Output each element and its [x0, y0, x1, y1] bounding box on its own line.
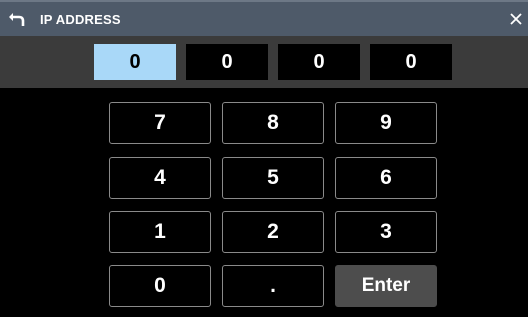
- back-arrow-icon: [9, 13, 25, 26]
- key-3[interactable]: 3: [335, 211, 437, 253]
- key-1[interactable]: 1: [109, 211, 211, 253]
- key-9[interactable]: 9: [335, 102, 437, 144]
- ip-octet-3[interactable]: 0: [278, 44, 360, 80]
- key-2[interactable]: 2: [222, 211, 324, 253]
- key-5[interactable]: 5: [222, 157, 324, 199]
- title-bar: IP ADDRESS: [0, 0, 528, 36]
- key-7[interactable]: 7: [109, 102, 211, 144]
- key-dot[interactable]: .: [222, 265, 324, 307]
- ip-octet-1[interactable]: 0: [94, 44, 176, 80]
- key-0[interactable]: 0: [109, 265, 211, 307]
- key-4[interactable]: 4: [109, 157, 211, 199]
- key-8[interactable]: 8: [222, 102, 324, 144]
- close-icon: [510, 13, 522, 25]
- page-title: IP ADDRESS: [40, 12, 121, 27]
- ip-address-field: 0 0 0 0: [0, 36, 528, 88]
- ip-octet-2[interactable]: 0: [186, 44, 268, 80]
- close-button[interactable]: [506, 8, 526, 30]
- ip-octet-4[interactable]: 0: [370, 44, 452, 80]
- key-6[interactable]: 6: [335, 157, 437, 199]
- enter-button[interactable]: Enter: [335, 265, 437, 307]
- ip-address-dialog: IP ADDRESS 0 0 0 0 7 8 9 4 5 6 1 2 3 0 .…: [0, 0, 528, 317]
- back-button[interactable]: [6, 8, 28, 30]
